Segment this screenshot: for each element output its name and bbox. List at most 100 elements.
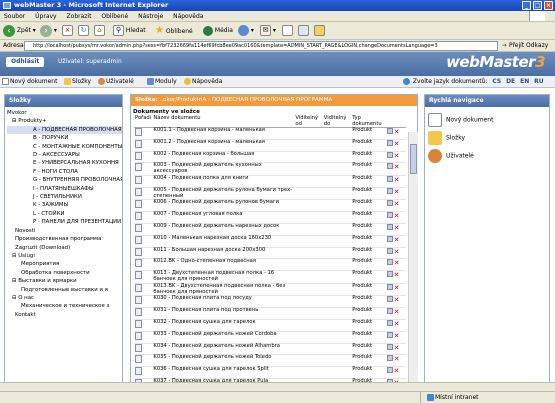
- tree-item-selected[interactable]: A - ПОДВЕСНАЯ ПРОВОЛОЧНАЯ: [7, 125, 122, 135]
- close-button[interactable]: ×: [544, 1, 553, 10]
- delete-icon[interactable]: ✕: [394, 259, 400, 267]
- row-title[interactable]: K032 - Подвесная сушка для тарелок: [152, 319, 295, 332]
- history-button[interactable]: ▾: [238, 24, 254, 38]
- edit-icon[interactable]: [386, 151, 393, 158]
- edit-page-button[interactable]: [298, 24, 309, 38]
- row-title[interactable]: K031 - Подвесная плита под протвень: [152, 307, 295, 320]
- refresh-button[interactable]: ↻: [78, 24, 89, 38]
- row-title[interactable]: K001.2 - Подвесная корзина - маленькая: [152, 139, 295, 152]
- minimize-button[interactable]: _: [522, 1, 531, 10]
- menu-edit[interactable]: Úpravy: [35, 13, 56, 20]
- table-row[interactable]: K036 - Подвесная сушка для тарелок Split…: [134, 366, 406, 379]
- edit-icon[interactable]: [386, 343, 393, 350]
- tree-item[interactable]: F - НОГИ СТОЛА: [7, 168, 122, 176]
- table-row[interactable]: K004 - Подвесная полка для книги Produkt ✕: [134, 175, 406, 188]
- row-title[interactable]: K011 - Большая нарезная доска 200x300: [152, 247, 295, 260]
- logout-tab[interactable]: Odhlásit: [6, 57, 45, 67]
- tree-item[interactable]: J - СВЕТИЛЬНИКИ: [7, 193, 122, 201]
- table-row[interactable]: K035 - Подвесной держатель ножей Toledo P…: [134, 354, 406, 368]
- delete-icon[interactable]: ✕: [394, 200, 400, 208]
- edit-icon[interactable]: [386, 308, 393, 315]
- search-button[interactable]: ⚲ Hledat: [113, 24, 146, 38]
- table-row[interactable]: K033 - Подвесной держатель ножей Cordoba…: [134, 331, 406, 344]
- maximize-button[interactable]: □: [533, 1, 542, 10]
- folders-button[interactable]: Složky: [64, 76, 91, 88]
- edit-icon[interactable]: [386, 283, 393, 290]
- tree-item[interactable]: Zagruzit (Download): [7, 244, 122, 252]
- delete-icon[interactable]: ✕: [394, 224, 400, 232]
- row-title[interactable]: K010 - Маленькая нарезная доска 160x230: [152, 235, 295, 248]
- delete-icon[interactable]: ✕: [394, 176, 400, 184]
- table-row[interactable]: K006 - Подвесной держатель рулонов бумаг…: [134, 200, 406, 213]
- print-button[interactable]: [282, 24, 293, 38]
- edit-icon[interactable]: [386, 296, 393, 303]
- quick-new-document[interactable]: Nový dokument: [428, 113, 493, 127]
- tree-item[interactable]: Механическое и техническое з: [7, 302, 122, 310]
- delete-icon[interactable]: ✕: [394, 284, 400, 292]
- documents-scrollbar[interactable]: [408, 132, 418, 390]
- folder-button[interactable]: [314, 24, 325, 38]
- delete-icon[interactable]: ✕: [394, 128, 400, 136]
- row-title[interactable]: K003 - Подвесной держатель кухонных аксе…: [152, 163, 295, 176]
- edit-icon[interactable]: [386, 139, 393, 146]
- table-row[interactable]: K003 - Подвесной держатель кухонных аксе…: [134, 163, 406, 176]
- row-title[interactable]: K013.BK - Двухстепенная подвесная полка …: [152, 283, 295, 297]
- home-button[interactable]: ⌂: [94, 24, 105, 38]
- delete-icon[interactable]: ✕: [394, 212, 400, 220]
- table-row[interactable]: K007 - Подвесная угловая полка Produkt ✕: [134, 211, 406, 224]
- tree-item[interactable]: G - ВНУТРЕННЯЯ ПРОВОЛОЧНАЯ: [7, 176, 122, 184]
- delete-icon[interactable]: ✕: [394, 163, 400, 171]
- edit-icon[interactable]: [386, 128, 393, 134]
- tree-item[interactable]: Подготовленные выставки и я: [7, 286, 122, 294]
- lang-cs[interactable]: CS: [492, 78, 501, 85]
- table-row[interactable]: K001.1 - Подвесная корзина - маленькая Pr…: [134, 127, 406, 140]
- edit-icon[interactable]: [386, 175, 393, 182]
- row-title[interactable]: K007 - Подвесная угловая полка: [152, 211, 295, 224]
- row-title[interactable]: K013 - Двухстепенная подвесная полка - 1…: [152, 270, 295, 284]
- edit-icon[interactable]: [386, 223, 393, 230]
- tree-item[interactable]: B - ПОРУЧКИ: [7, 134, 122, 142]
- edit-icon[interactable]: [386, 319, 393, 326]
- delete-icon[interactable]: ✕: [394, 236, 400, 244]
- edit-icon[interactable]: [386, 367, 393, 374]
- table-row[interactable]: K032 - Подвесная сушка для тарелок Produk…: [134, 319, 406, 332]
- edit-icon[interactable]: [386, 331, 393, 338]
- edit-icon[interactable]: [386, 163, 393, 170]
- mail-button[interactable]: ✉ ▾: [260, 24, 276, 38]
- links-label[interactable]: Odkazy: [526, 40, 548, 52]
- tree-item[interactable]: K - ЗАЖИМЫ: [7, 201, 122, 209]
- col-doc-type[interactable]: Typ dokumentu: [351, 115, 386, 128]
- edit-icon[interactable]: [386, 235, 393, 242]
- tree-item[interactable]: Мероприятия: [7, 260, 122, 268]
- delete-icon[interactable]: ✕: [394, 332, 400, 340]
- tree-item[interactable]: ⊟ Produkty+: [7, 117, 122, 125]
- tree-item[interactable]: ⊟ О нас: [7, 294, 122, 302]
- menu-help[interactable]: Nápověda: [173, 13, 203, 20]
- col-order[interactable]: Pořadí: [134, 115, 153, 128]
- delete-icon[interactable]: ✕: [394, 308, 400, 316]
- row-title[interactable]: K035 - Подвесной держатель ножей Toledo: [152, 354, 295, 368]
- forward-button[interactable]: › ▾: [40, 24, 57, 38]
- table-row[interactable]: K011 - Большая нарезная доска 200x300 Pro…: [134, 247, 406, 260]
- table-row[interactable]: K005 - Подвесной держатель рулона бумаги…: [134, 187, 406, 201]
- tree-item[interactable]: Обработка поверхности: [7, 269, 122, 277]
- tree-item[interactable]: D - АКСЕССУАРЫ: [7, 151, 122, 159]
- delete-icon[interactable]: ✕: [394, 344, 400, 352]
- menu-view[interactable]: Zobrazit: [67, 13, 92, 20]
- row-title[interactable]: K036 - Подвесная сушка для тарелок Split: [152, 366, 295, 379]
- row-title[interactable]: K009 - Подвесной держатель нарезных досо…: [152, 223, 295, 236]
- delete-icon[interactable]: ✕: [394, 152, 400, 160]
- tree-item[interactable]: Novosti: [7, 227, 122, 235]
- col-name[interactable]: Název dokumentu: [152, 115, 295, 128]
- users-button[interactable]: Uživatelé: [98, 76, 134, 88]
- row-title[interactable]: K033 - Подвесной держатель ножей Cordoba: [152, 331, 295, 344]
- edit-icon[interactable]: [386, 259, 393, 266]
- table-row[interactable]: K010 - Маленькая нарезная доска 160x230 P…: [134, 235, 406, 248]
- tree-item[interactable]: Mvokor: [7, 109, 122, 117]
- stop-button[interactable]: ×: [62, 24, 73, 38]
- table-row[interactable]: K013.BK - Двухстепенная подвесная полка …: [134, 283, 406, 297]
- edit-icon[interactable]: [386, 271, 393, 278]
- edit-icon[interactable]: [386, 247, 393, 254]
- edit-icon[interactable]: [386, 200, 393, 207]
- lang-ru[interactable]: RU: [534, 78, 544, 85]
